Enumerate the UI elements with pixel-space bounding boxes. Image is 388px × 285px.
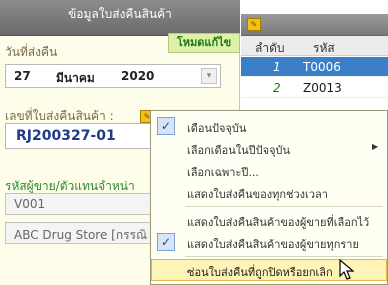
table-row[interactable]: 2 Z0013 <box>241 78 388 98</box>
panel-title: ข้อมูลใบส่งคืนสินค้า <box>68 7 172 21</box>
grid-header: ลำดับ รหัส <box>241 36 388 56</box>
row-code: Z0013 <box>303 81 342 95</box>
table-row[interactable]: 1 T0006 <box>241 57 388 77</box>
menu-separator <box>185 256 383 257</box>
menu-item-selected-vendor[interactable]: แสดงใบส่งคืนสินค้าของผู้ขายที่เลือกไว้ <box>151 209 387 231</box>
menu-separator <box>185 206 383 207</box>
menu-item-all-vendors[interactable]: ✓ แสดงใบส่งคืนสินค้าของผู้ขายทุกราย <box>151 231 387 253</box>
edit-mode-badge: โหมดแก้ไข <box>168 33 240 53</box>
calendar-dropdown-icon[interactable]: ▾ <box>201 68 217 84</box>
row-num: 1 <box>273 60 281 74</box>
column-header-code[interactable]: รหัส <box>313 39 335 58</box>
panel-header: ข้อมูลใบส่งคืนสินค้า <box>0 0 240 36</box>
menu-item-select-year[interactable]: เลือกเฉพาะปี... <box>151 159 387 181</box>
vendor-name-field[interactable]: ABC Drug Store [กรรณิ <box>5 222 165 244</box>
date-month: มีนาคม <box>56 71 95 85</box>
menu-item-current-month[interactable]: ✓ เดือนปัจจุบัน <box>151 115 387 137</box>
return-date-picker[interactable]: 27 มีนาคม 2020 ▾ <box>5 64 221 88</box>
return-date-label: วันที่ส่งคืน <box>5 45 58 59</box>
row-num: 2 <box>273 81 281 95</box>
list-toolbar: ✎ <box>241 14 388 36</box>
vendor-code-field[interactable]: V001 <box>5 193 165 215</box>
date-year: 2020 <box>121 69 155 83</box>
menu-item-all-periods[interactable]: แสดงใบส่งคืนของทุกช่วงเวลา <box>151 181 387 203</box>
check-icon: ✓ <box>157 117 175 135</box>
mouse-cursor-icon <box>339 258 355 280</box>
doc-no-field[interactable]: RJ200327-01 <box>5 123 165 149</box>
date-day: 27 <box>14 69 31 83</box>
submenu-arrow-icon: ▶ <box>372 142 379 151</box>
menu-item-select-month[interactable]: เลือกเดือนในปีปัจจุบัน ▶ <box>151 137 387 159</box>
check-icon: ✓ <box>157 233 175 251</box>
list-menu-icon[interactable]: ✎ <box>247 18 261 31</box>
row-code: T0006 <box>303 60 341 74</box>
column-header-seq[interactable]: ลำดับ <box>255 39 285 58</box>
